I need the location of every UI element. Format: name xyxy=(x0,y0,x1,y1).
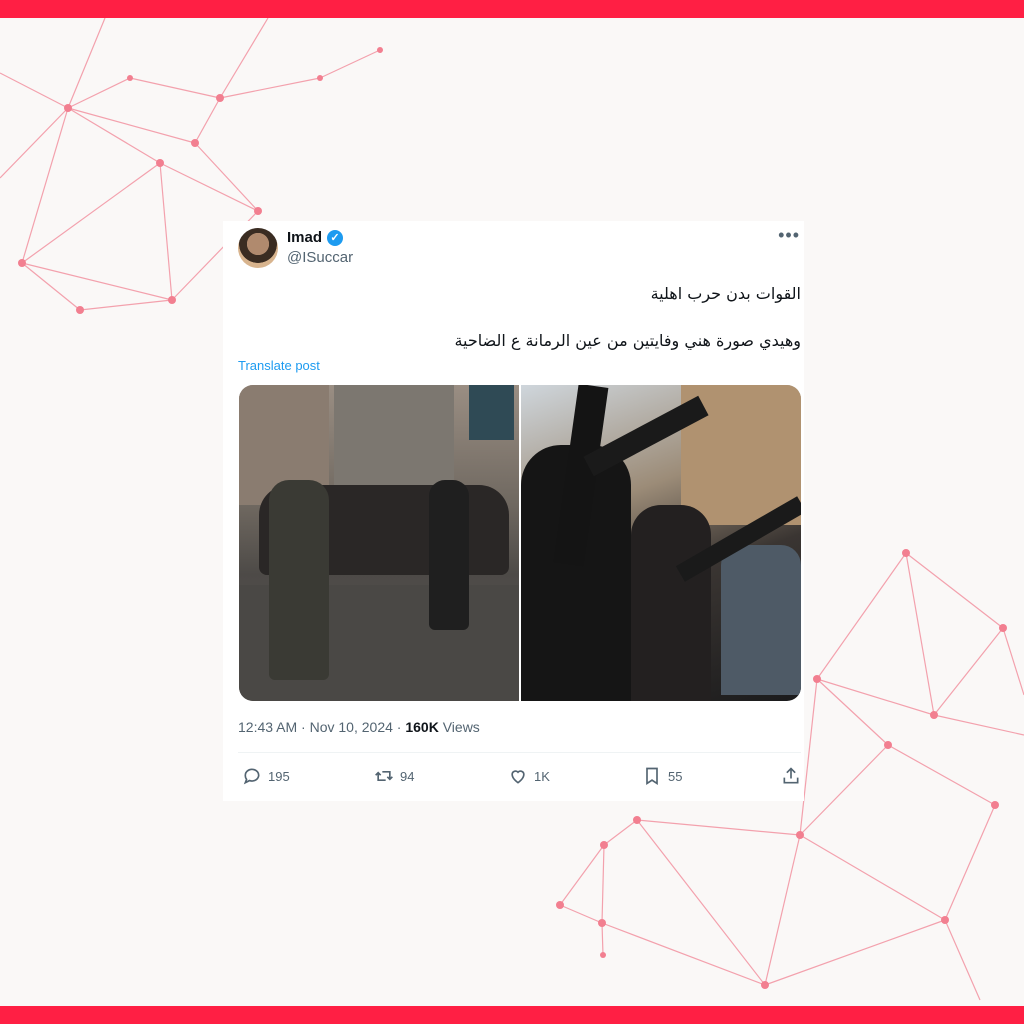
bookmark-count: 55 xyxy=(668,768,683,784)
photo-armed-men[interactable] xyxy=(521,385,801,701)
top-frame-bar xyxy=(0,0,1024,18)
share-icon xyxy=(783,767,799,784)
divider xyxy=(238,752,801,753)
author-handle[interactable]: @ISuccar xyxy=(287,249,353,266)
reply-count: 195 xyxy=(268,768,290,784)
bookmark-button[interactable]: 55 xyxy=(642,766,682,786)
tweet-card: Imad ✓ @ISuccar ••• القوات بدن حرب اهلية… xyxy=(223,221,804,801)
share-button[interactable] xyxy=(781,766,801,786)
tweet-time[interactable]: 12:43 AM xyxy=(238,719,297,735)
photo-street-march[interactable] xyxy=(239,385,519,701)
tweet-date[interactable]: Nov 10, 2024 xyxy=(310,719,393,735)
translate-post-link[interactable]: Translate post xyxy=(238,358,320,373)
tweet-text-line-2: وهيدي صورة هني وفايتين من عين الرمانة ع … xyxy=(454,331,801,350)
bottom-frame-bar xyxy=(0,1006,1024,1024)
avatar[interactable] xyxy=(238,228,278,268)
tweet-meta: 12:43 AM · Nov 10, 2024 · 160K Views xyxy=(238,719,480,735)
views-label: Views xyxy=(442,719,480,735)
repost-button[interactable]: 94 xyxy=(374,766,414,786)
like-button[interactable]: 1K xyxy=(508,766,550,786)
more-options-icon[interactable]: ••• xyxy=(778,225,800,246)
bookmark-icon xyxy=(646,767,658,786)
tweet-text-line-1: القوات بدن حرب اهلية xyxy=(650,284,801,303)
author-name[interactable]: Imad xyxy=(287,229,322,246)
repost-count: 94 xyxy=(400,768,415,784)
heart-icon xyxy=(511,770,525,784)
like-count: 1K xyxy=(534,768,550,784)
meta-separator: · xyxy=(396,719,402,735)
views-count: 160K xyxy=(405,719,439,735)
action-bar: 195 94 1K 55 xyxy=(238,766,801,788)
reply-icon xyxy=(243,768,260,785)
repost-icon xyxy=(375,771,393,781)
reply-button[interactable]: 195 xyxy=(242,766,290,786)
tweet-media xyxy=(239,385,801,701)
verified-badge-icon: ✓ xyxy=(327,230,343,246)
meta-separator: · xyxy=(301,719,306,735)
